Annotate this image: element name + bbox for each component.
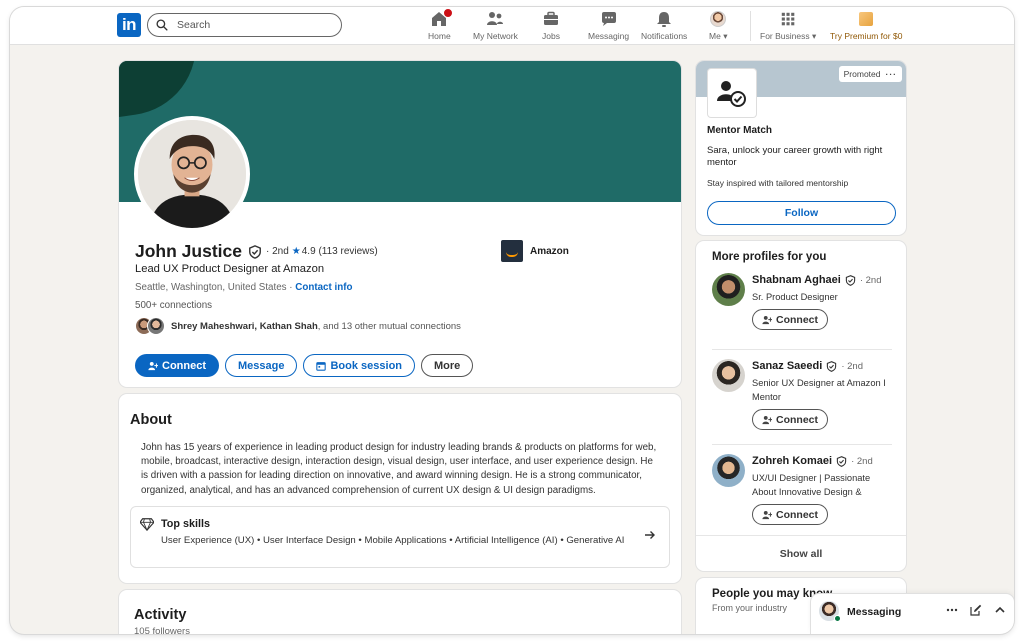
mutual-avatar — [147, 317, 165, 335]
compose-icon[interactable] — [970, 604, 982, 616]
connection-degree: · 2nd — [265, 246, 289, 257]
premium-icon — [859, 12, 874, 26]
message-button[interactable]: Message — [225, 354, 298, 377]
profile-card: John Justice · 2nd ★ 4.9 (113 reviews) Le… — [119, 61, 681, 387]
book-session-button[interactable]: Book session — [303, 354, 416, 377]
profile-headline: Lead UX Product Designer at Amazon — [135, 263, 325, 275]
chevron-down-icon: ▾ — [723, 31, 728, 41]
search-box[interactable] — [147, 13, 342, 37]
connect-button[interactable]: Connect — [135, 354, 219, 377]
add-person-icon — [148, 361, 158, 370]
briefcase-icon — [542, 10, 560, 28]
home-icon — [430, 8, 454, 28]
add-person-icon — [762, 510, 772, 519]
avatar[interactable] — [712, 273, 745, 306]
messaging-dock[interactable]: Messaging — [811, 594, 1014, 634]
nav-my-network[interactable]: My Network — [473, 10, 518, 44]
profile-photo[interactable] — [134, 116, 250, 232]
connect-button[interactable]: Connect — [752, 504, 828, 525]
amazon-logo — [501, 240, 523, 262]
more-profiles-card: More profiles for you Shabnam Aghaei · 2n… — [696, 241, 906, 571]
profile-location: Seattle, Washington, United States · Con… — [135, 282, 353, 293]
verified-icon — [827, 360, 837, 372]
calendar-icon — [316, 361, 327, 371]
grid-icon — [779, 10, 797, 28]
arrow-right-icon[interactable] — [644, 529, 656, 541]
mentor-match-logo[interactable] — [708, 69, 756, 117]
chevron-down-icon: ▾ — [811, 31, 817, 41]
more-options-icon[interactable] — [946, 604, 958, 616]
about-text: John has 15 years of experience in leadi… — [141, 442, 657, 496]
skills-title: Top skills — [161, 518, 210, 530]
more-button[interactable]: More — [421, 354, 474, 377]
nav-home[interactable]: Home — [428, 8, 454, 44]
avatar[interactable] — [712, 359, 745, 392]
profile-suggestion: Shabnam Aghaei · 2nd Sr. Product Designer… — [712, 273, 892, 333]
avatar — [710, 11, 727, 27]
profile-name: John Justice — [135, 241, 242, 261]
more-options-icon[interactable]: ··· — [886, 69, 898, 79]
star-icon: ★ — [291, 246, 301, 257]
followers-count: 105 followers — [134, 626, 190, 634]
connect-button[interactable]: Connect — [752, 409, 828, 430]
connect-button[interactable]: Connect — [752, 309, 828, 330]
nav-jobs[interactable]: Jobs — [542, 10, 560, 44]
bell-icon — [655, 10, 673, 28]
about-title: About — [130, 412, 172, 428]
skills-list: User Experience (UX) • User Interface De… — [161, 535, 625, 546]
notification-dot — [443, 8, 454, 18]
ad-company-name[interactable]: Mentor Match — [707, 125, 772, 136]
add-person-icon — [762, 415, 772, 424]
contact-info-link[interactable]: Contact info — [295, 282, 352, 293]
online-indicator — [834, 615, 841, 622]
ad-subtext: Stay inspired with tailored mentorship — [707, 178, 849, 188]
current-company[interactable]: Amazon — [501, 240, 569, 262]
top-skills[interactable]: Top skills User Experience (UX) • User I… — [130, 506, 670, 568]
nav-notifications[interactable]: Notifications — [641, 10, 687, 44]
mutual-connections[interactable]: Shrey Maheshwari, Kathan Shah, and 13 ot… — [135, 317, 461, 335]
avatar[interactable] — [712, 454, 745, 487]
activity-title: Activity — [134, 607, 187, 623]
profile-suggestion: Sanaz Saeedi · 2nd Senior UX Designer at … — [712, 359, 892, 430]
messaging-label: Messaging — [847, 606, 902, 618]
verified-icon[interactable] — [248, 244, 262, 259]
follow-button[interactable]: Follow — [707, 201, 896, 225]
ad-text: Sara, unlock your career growth with rig… — [707, 145, 883, 168]
connections-count[interactable]: 500+ connections — [135, 300, 212, 311]
ad-card: Promoted ··· Mentor Match Sara, unlock yo… — [696, 61, 906, 235]
add-person-icon — [762, 315, 772, 324]
more-profiles-title: More profiles for you — [712, 251, 827, 263]
nav-for-business[interactable]: For Business ▾ — [760, 10, 816, 44]
diamond-icon — [140, 518, 154, 531]
chat-icon — [600, 10, 618, 28]
activity-card: Activity 105 followers — [119, 590, 681, 634]
profile-suggestion: Zohreh Komaei · 2nd UX/UI Designer | Pass… — [712, 454, 892, 525]
rating[interactable]: ★ 4.9 (113 reviews) — [292, 246, 378, 257]
nav-me[interactable]: Me ▾ — [709, 10, 727, 44]
app-window: in Home My Network Jobs — [10, 7, 1014, 634]
nav-premium[interactable]: Try Premium for $0 — [830, 10, 902, 44]
top-nav: in Home My Network Jobs — [10, 7, 1014, 45]
search-icon — [156, 19, 168, 31]
promoted-label[interactable]: Promoted ··· — [838, 66, 902, 82]
verified-icon — [836, 455, 847, 467]
network-icon — [486, 10, 504, 28]
nav-messaging[interactable]: Messaging — [588, 10, 629, 44]
nav-divider — [750, 11, 751, 41]
verified-icon — [845, 274, 856, 286]
pymk-subtitle: From your industry — [712, 603, 788, 613]
chevron-up-icon[interactable] — [994, 604, 1006, 616]
linkedin-logo[interactable]: in — [117, 13, 141, 37]
about-card: About John has 15 years of experience in… — [119, 394, 681, 583]
show-all-button[interactable]: Show all — [696, 535, 906, 571]
profile-actions: Connect Message Book session More — [135, 354, 474, 377]
search-input[interactable] — [177, 19, 327, 31]
